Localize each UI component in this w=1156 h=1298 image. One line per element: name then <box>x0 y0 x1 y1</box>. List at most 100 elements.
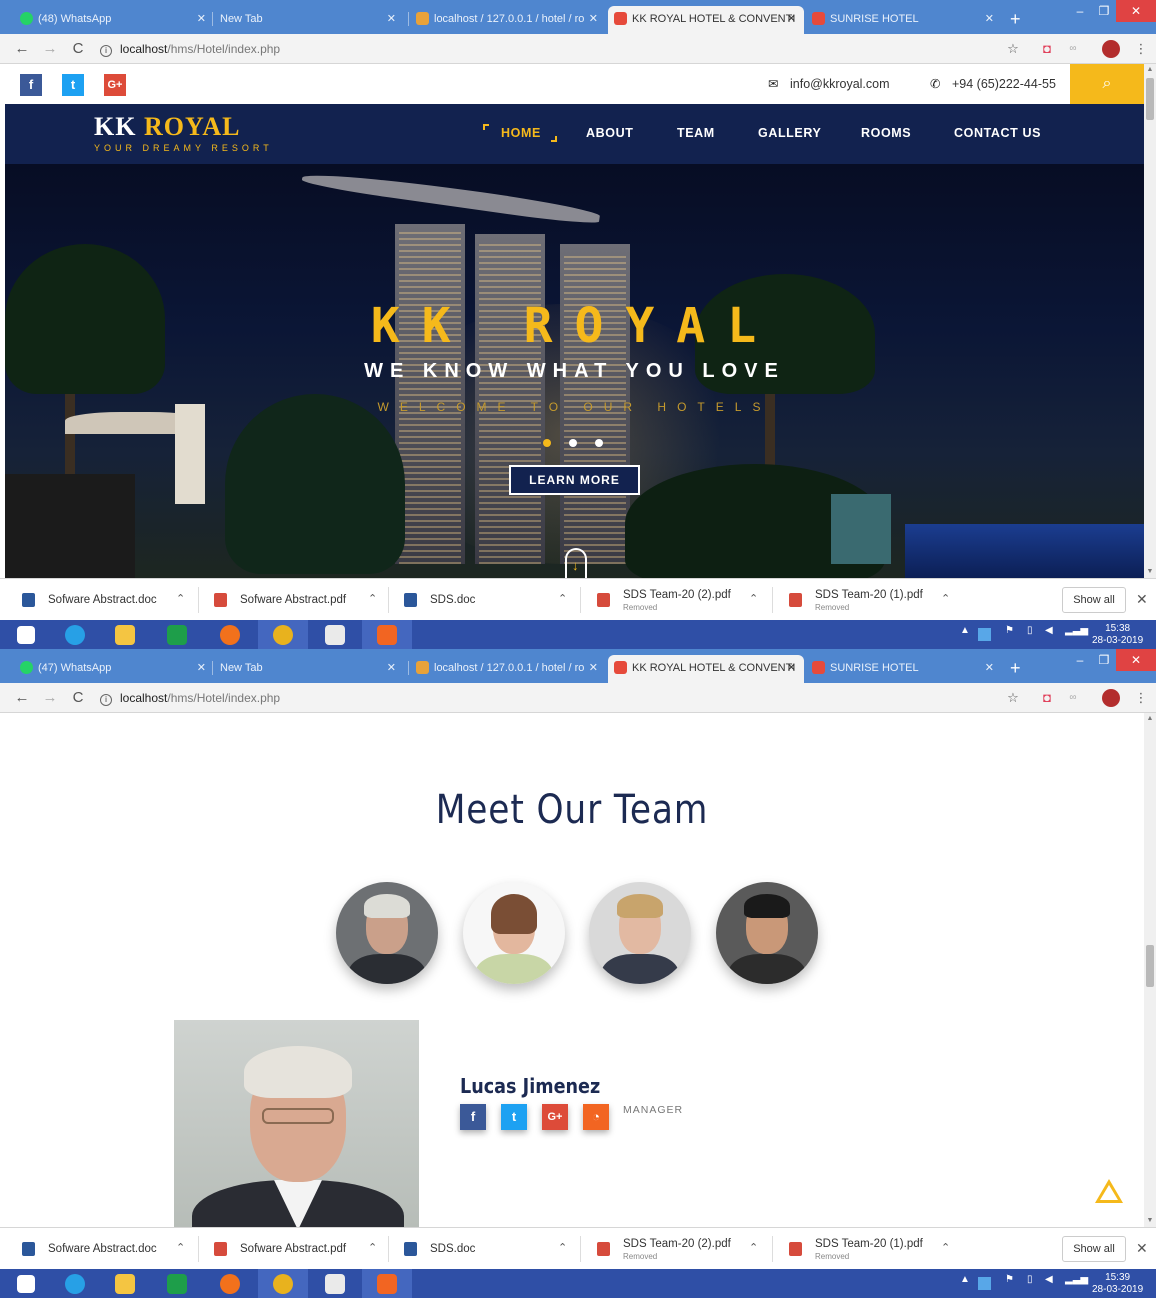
chevron-up-icon[interactable]: ⌃ <box>368 1241 377 1254</box>
info-icon[interactable]: i <box>100 45 112 57</box>
facebook-icon[interactable]: f <box>20 74 42 96</box>
tab-phpmyadmin[interactable]: localhost / 127.0.0.1 / hotel / ro ✕ <box>410 6 606 34</box>
team-member-avatar[interactable] <box>716 882 818 984</box>
scroll-down-arrow-icon[interactable]: ▼ <box>1144 1215 1156 1227</box>
maximize-button[interactable]: ❐ <box>1092 0 1116 22</box>
back-icon[interactable]: ← <box>12 39 32 59</box>
volume-icon[interactable]: ◀ <box>1045 1274 1053 1285</box>
volume-icon[interactable]: ◀ <box>1045 625 1053 636</box>
extension-icon[interactable]: ∞ <box>1064 40 1082 58</box>
twitter-icon[interactable]: t <box>62 74 84 96</box>
scrollbar-thumb[interactable] <box>1146 78 1154 120</box>
start-button[interactable] <box>2 1269 52 1298</box>
chevron-up-icon[interactable]: ⌃ <box>368 592 377 605</box>
chevron-up-icon[interactable]: ⌃ <box>176 1241 185 1254</box>
nav-team[interactable]: TEAM <box>677 126 715 140</box>
slider-dot[interactable] <box>543 439 551 447</box>
slider-dot[interactable] <box>569 439 577 447</box>
taskbar-word[interactable] <box>310 1269 360 1298</box>
scroll-up-arrow-icon[interactable]: ▲ <box>1144 713 1156 725</box>
facebook-icon[interactable]: f <box>460 1104 486 1130</box>
rss-icon[interactable]: ◔ <box>583 1104 609 1130</box>
nav-about[interactable]: ABOUT <box>586 126 633 140</box>
slider-dot[interactable] <box>595 439 603 447</box>
google-plus-icon[interactable]: G+ <box>542 1104 568 1130</box>
taskbar-chrome[interactable] <box>258 1269 308 1298</box>
pocket-icon[interactable]: ◘ <box>1038 40 1056 58</box>
tab-whatsapp[interactable]: (47) WhatsApp ✕ <box>14 655 214 683</box>
scroll-down-arrow-icon[interactable]: ▼ <box>1144 566 1156 578</box>
close-tab-icon[interactable]: ✕ <box>197 655 206 681</box>
nav-home[interactable]: HOME <box>501 126 541 140</box>
taskbar-explorer[interactable] <box>100 1269 150 1298</box>
star-icon[interactable]: ☆ <box>1004 40 1022 58</box>
forward-icon[interactable]: → <box>40 688 60 708</box>
close-tab-icon[interactable]: ✕ <box>985 6 994 32</box>
tab-sunrise-hotel[interactable]: SUNRISE HOTEL ✕ <box>806 655 1002 683</box>
chevron-up-icon[interactable]: ⌃ <box>749 592 758 605</box>
forward-icon[interactable]: → <box>40 39 60 59</box>
tab-kk-royal[interactable]: KK ROYAL HOTEL & CONVENTI ✕ <box>608 655 804 683</box>
tray-expand-icon[interactable]: ▲ <box>960 1274 970 1285</box>
menu-icon[interactable]: ⋮ <box>1132 689 1150 707</box>
team-member-avatar[interactable] <box>589 882 691 984</box>
tab-sunrise-hotel[interactable]: SUNRISE HOTEL ✕ <box>806 6 1002 34</box>
new-tab-button[interactable]: + <box>1010 655 1021 681</box>
taskbar-xampp[interactable] <box>362 1269 412 1298</box>
close-tab-icon[interactable]: ✕ <box>387 655 396 681</box>
tray-app-icon[interactable] <box>978 628 991 641</box>
scrollbar-thumb[interactable] <box>1146 945 1154 987</box>
scroll-up-arrow-icon[interactable]: ▲ <box>1144 64 1156 76</box>
battery-icon[interactable]: ▯ <box>1027 1274 1033 1285</box>
team-member-avatar[interactable] <box>336 882 438 984</box>
email-contact[interactable]: ✉ info@kkroyal.com <box>768 76 890 91</box>
menu-icon[interactable]: ⋮ <box>1132 40 1150 58</box>
back-icon[interactable]: ← <box>12 688 32 708</box>
taskbar-chrome[interactable] <box>258 620 308 649</box>
tab-phpmyadmin[interactable]: localhost / 127.0.0.1 / hotel / ro ✕ <box>410 655 606 683</box>
close-window-button[interactable]: ✕ <box>1116 0 1156 22</box>
url-field[interactable]: i localhost/hms/Hotel/index.php <box>100 689 280 708</box>
network-icon[interactable]: ▂▃▅ <box>1065 1274 1088 1285</box>
start-button[interactable] <box>2 620 52 649</box>
chevron-up-icon[interactable]: ⌃ <box>558 592 567 605</box>
chevron-up-icon[interactable]: ⌃ <box>749 1241 758 1254</box>
taskbar-ie[interactable] <box>50 1269 100 1298</box>
team-member-avatar[interactable] <box>463 882 565 984</box>
flag-icon[interactable]: ⚑ <box>1005 1274 1014 1285</box>
page-scrollbar[interactable]: ▲ ▼ <box>1144 64 1156 578</box>
close-shelf-icon[interactable]: ✕ <box>1136 1240 1148 1257</box>
page-scrollbar[interactable]: ▲ ▼ <box>1144 713 1156 1227</box>
minimize-button[interactable]: – <box>1068 0 1092 22</box>
taskbar-explorer[interactable] <box>100 620 150 649</box>
minimize-button[interactable]: – <box>1068 649 1092 671</box>
search-button[interactable]: ⌕ <box>1070 64 1144 104</box>
tab-new-tab[interactable]: New Tab ✕ <box>212 655 404 683</box>
taskbar-xampp[interactable] <box>362 620 412 649</box>
network-icon[interactable]: ▂▃▅ <box>1065 625 1088 636</box>
info-icon[interactable]: i <box>100 694 112 706</box>
show-all-button[interactable]: Show all <box>1062 1236 1126 1262</box>
taskbar-firefox[interactable] <box>205 1269 255 1298</box>
chevron-up-icon[interactable]: ⌃ <box>176 592 185 605</box>
close-tab-icon[interactable]: ✕ <box>589 6 598 32</box>
twitter-icon[interactable]: t <box>501 1104 527 1130</box>
warning-icon[interactable] <box>1095 1179 1123 1203</box>
tab-new-tab[interactable]: New Tab ✕ <box>212 6 404 34</box>
phone-contact[interactable]: ✆ +94 (65)222-44-55 <box>930 76 1056 91</box>
close-tab-icon[interactable]: ✕ <box>787 655 796 681</box>
taskbar-clock[interactable]: 15:39 28-03-2019 <box>1092 1272 1143 1296</box>
close-tab-icon[interactable]: ✕ <box>787 6 796 32</box>
scroll-down-icon[interactable] <box>565 548 587 578</box>
taskbar-ie[interactable] <box>50 620 100 649</box>
extension-icon[interactable]: ∞ <box>1064 689 1082 707</box>
maximize-button[interactable]: ❐ <box>1092 649 1116 671</box>
profile-avatar-icon[interactable] <box>1102 689 1120 707</box>
google-plus-icon[interactable]: G+ <box>104 74 126 96</box>
taskbar-word[interactable] <box>310 620 360 649</box>
chevron-up-icon[interactable]: ⌃ <box>941 592 950 605</box>
taskbar-store[interactable] <box>152 1269 202 1298</box>
new-tab-button[interactable]: + <box>1010 6 1021 32</box>
flag-icon[interactable]: ⚑ <box>1005 625 1014 636</box>
close-tab-icon[interactable]: ✕ <box>387 6 396 32</box>
